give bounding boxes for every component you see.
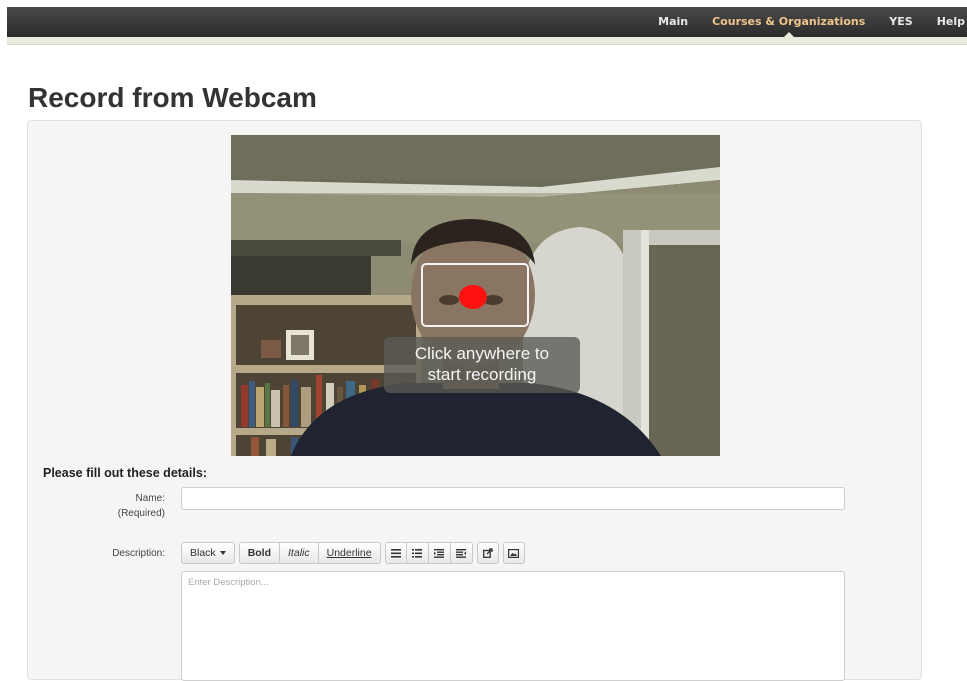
webcam-preview[interactable]: Click anywhere to start recording (231, 135, 720, 456)
underline-button[interactable]: Underline (318, 542, 381, 564)
record-dot-icon (459, 285, 487, 309)
indent-button[interactable] (450, 542, 473, 564)
unordered-list-icon (390, 548, 401, 558)
image-group (502, 542, 525, 564)
main-nav: Main Courses & Organizations YES Help (646, 7, 967, 38)
text-style-group: Bold Italic Underline (238, 542, 381, 564)
ordered-list-icon (412, 548, 423, 558)
name-required-label: (Required) (117, 508, 165, 519)
outdent-icon (434, 548, 445, 558)
editor-toolbar: Black Bold Italic Underline (181, 542, 525, 564)
start-recording-prompt-line2: start recording (427, 365, 537, 384)
page-title: Record from Webcam (28, 82, 317, 113)
details-heading: Please fill out these details: (43, 466, 207, 480)
nav-item-courses-organizations[interactable]: Courses & Organizations (700, 7, 877, 38)
insert-link-button[interactable] (476, 542, 499, 564)
name-label: Name: (135, 493, 165, 504)
color-group: Black (181, 542, 235, 564)
name-label-group: Name: (Required) (80, 491, 165, 521)
unordered-list-button[interactable] (384, 542, 407, 564)
name-input[interactable] (181, 487, 845, 510)
nav-item-yes[interactable]: YES (877, 7, 924, 37)
outdent-button[interactable] (428, 542, 451, 564)
start-recording-prompt[interactable]: Click anywhere to start recording (384, 337, 580, 393)
nav-item-main[interactable]: Main (646, 7, 700, 37)
nav-underline-strip (7, 37, 967, 45)
font-color-dropdown[interactable]: Black (181, 542, 235, 564)
description-label: Description: (112, 548, 165, 559)
indent-icon (456, 548, 467, 558)
bold-button[interactable]: Bold (238, 542, 281, 564)
link-icon (482, 548, 493, 558)
top-navigation-bar: Main Courses & Organizations YES Help (7, 7, 967, 38)
chevron-down-icon (219, 551, 226, 555)
link-group (476, 542, 499, 564)
start-recording-prompt-line1: Click anywhere to (414, 344, 550, 363)
insert-image-button[interactable] (502, 542, 525, 564)
description-textarea[interactable] (181, 571, 845, 681)
ordered-list-button[interactable] (406, 542, 429, 564)
list-group (384, 542, 473, 564)
font-color-label: Black (190, 547, 216, 559)
nav-item-help[interactable]: Help (925, 7, 967, 37)
italic-button[interactable]: Italic (280, 542, 319, 564)
image-icon (508, 548, 520, 558)
